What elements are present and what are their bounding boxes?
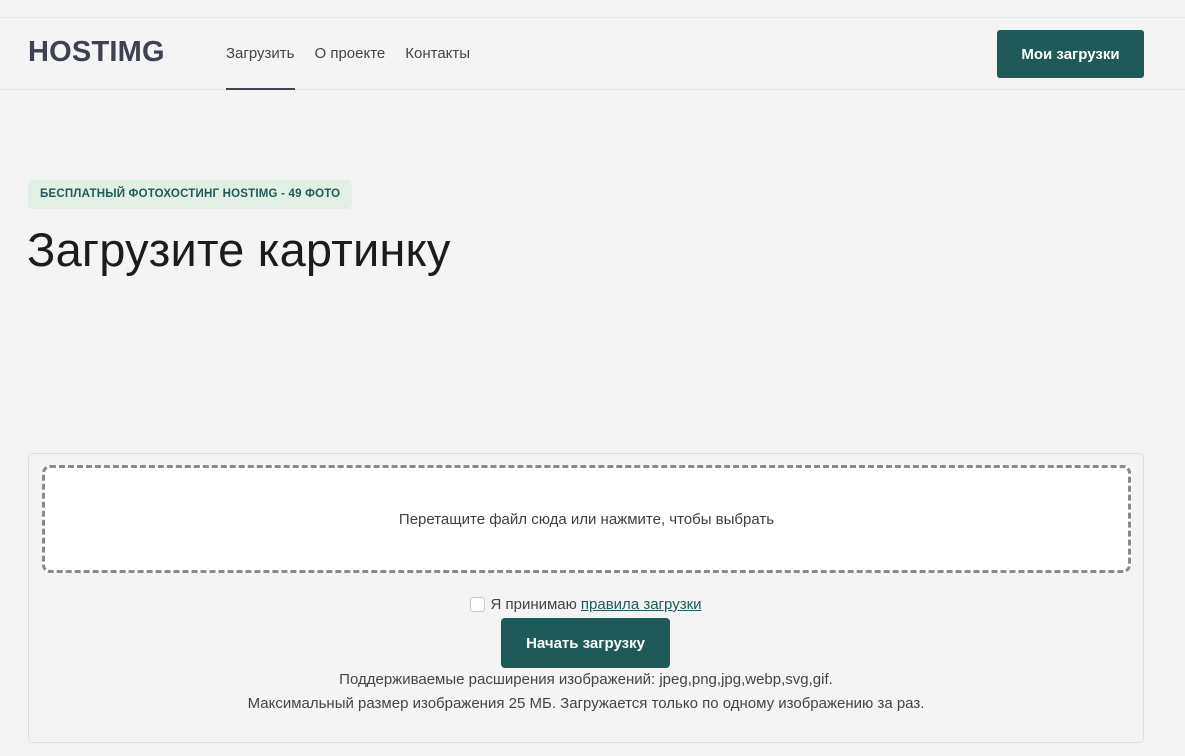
max-size-text: Максимальный размер изображения 25 МБ. З… [247, 695, 925, 712]
site-header: HOSTIMG Загрузить О проекте Контакты Мои… [0, 18, 1185, 90]
nav-contacts[interactable]: Контакты [405, 18, 470, 90]
start-upload-button[interactable]: Начать загрузку [501, 618, 670, 668]
upload-rules-link[interactable]: правила загрузки [581, 596, 702, 613]
main-nav: Загрузить О проекте Контакты [226, 18, 490, 90]
dropzone-text: Перетащите файл сюда или нажмите, чтобы … [398, 510, 775, 528]
upload-card: Перетащите файл сюда или нажмите, чтобы … [28, 453, 1144, 743]
top-strip [0, 0, 1185, 18]
accept-checkbox[interactable] [470, 597, 486, 612]
logo[interactable]: HOSTIMG [28, 36, 165, 69]
nav-upload[interactable]: Загрузить [226, 18, 295, 90]
nav-about[interactable]: О проекте [315, 18, 386, 90]
file-dropzone[interactable]: Перетащите файл сюда или нажмите, чтобы … [42, 465, 1131, 573]
supported-formats-text: Поддерживаемые расширения изображений: j… [339, 671, 833, 688]
hero-badge: БЕСПЛАТНЫЙ ФОТОХОСТИНГ HOSTIMG - 49 ФОТО [28, 180, 353, 209]
page-title: Загрузите картинку [27, 223, 451, 276]
my-uploads-button[interactable]: Мои загрузки [997, 30, 1144, 78]
accept-label: Я принимаю [490, 596, 577, 613]
accept-rules-row: Я принимаю правила загрузки [29, 596, 1143, 613]
